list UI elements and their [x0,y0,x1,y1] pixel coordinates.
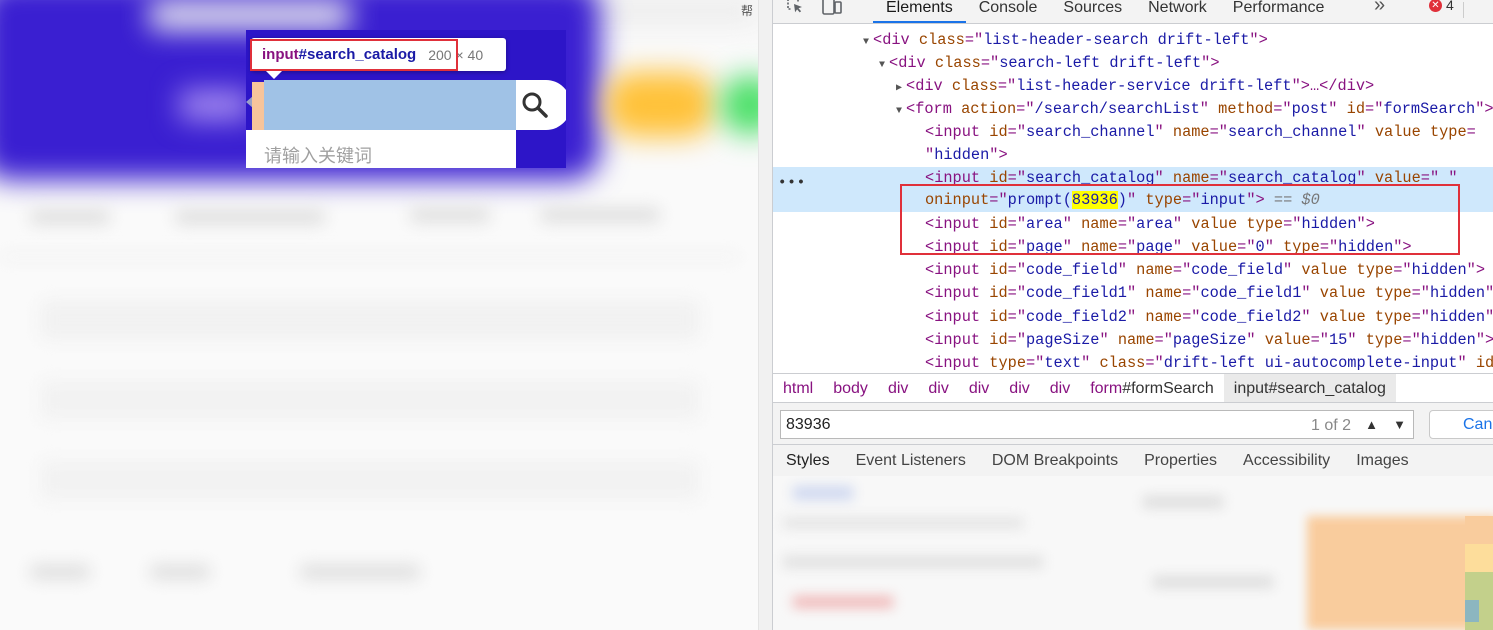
breadcrumb-form[interactable]: form#formSearch [1080,374,1224,403]
devtools-tab-list: Elements Console Sources Network Perform… [873,0,1337,23]
dom-node-continuation: "hidden"> [925,146,1008,164]
tab-elements[interactable]: Elements [873,0,966,23]
collapsed-triangle-icon[interactable]: ▶ [896,77,906,100]
blurred-text [540,208,660,222]
search-button[interactable] [516,80,566,130]
blurred-divider [0,255,740,259]
dom-node[interactable]: ▼ <div class="search-left drift-left"> [773,52,1493,75]
search-catalog-input[interactable] [264,80,516,130]
tab-images[interactable]: Images [1343,445,1421,476]
blurred-text [150,565,210,579]
expanded-triangle-icon[interactable]: ▼ [879,54,889,77]
search-match-count: 1 of 2 [1311,417,1352,434]
blurred-text [783,518,1023,528]
selected-node-annotation-box [900,184,1460,255]
box-model-margin-edge [1465,516,1493,544]
dom-search-bar: 83936 1 of 2 ▲ ▼ Cancel [773,402,1493,444]
breadcrumb-div[interactable]: div [878,374,918,403]
tab-sources[interactable]: Sources [1050,0,1135,23]
padding-overlay [252,82,264,130]
devtools-panel: Elements Console Sources Network Perform… [772,0,1493,630]
search-cancel-button[interactable]: Cancel [1429,410,1493,439]
error-icon: ✕ [1429,0,1442,12]
blurred-text [1153,576,1273,588]
tooltip-annotation-box [250,39,458,71]
breadcrumb-body[interactable]: body [823,374,878,403]
dom-node[interactable]: ▶ <div class="list-header-service drift-l… [773,75,1493,98]
error-count: 4 [1446,0,1454,13]
box-model-content-edge [1465,600,1479,622]
device-toolbar-icon[interactable] [821,0,843,16]
breadcrumb-input-selected[interactable]: input#search_catalog [1223,373,1396,403]
dom-breadcrumb: html body div div div div div form#formS… [773,373,1493,403]
side-float-glyph[interactable]: 帮 [741,2,753,19]
breadcrumb-div[interactable]: div [999,374,1039,403]
box-model-border-edge [1465,544,1493,572]
blurred-row [40,380,700,420]
dom-node[interactable]: <input id="code_field1" name="code_field… [773,282,1493,305]
breadcrumb-div[interactable]: div [1040,374,1080,403]
blurred-row [40,460,700,500]
tab-styles[interactable]: Styles [773,445,843,476]
dom-node[interactable]: ▼ <div class="list-header-search drift-le… [773,29,1493,52]
breadcrumb-div[interactable]: div [959,374,999,403]
sidebar-pane-tabs: Styles Event Listeners DOM Breakpoints P… [773,444,1493,476]
search-previous-button[interactable]: ▲ [1358,412,1385,437]
breadcrumb-div[interactable]: div [918,374,958,403]
tab-event-listeners[interactable]: Event Listeners [843,445,979,476]
devtools-tabbar: Elements Console Sources Network Perform… [773,0,1493,24]
dom-node[interactable]: ▼ <form action="/search/searchList" metho… [773,98,1493,121]
breadcrumb-html[interactable]: html [773,374,823,403]
blurred-text [30,565,90,579]
search-icon[interactable] [520,90,550,120]
blurred-filter [793,486,853,500]
blurred-text [300,565,420,579]
tooltip-caret [266,71,282,79]
expanded-triangle-icon[interactable]: ▼ [896,100,906,123]
page-scrollbar[interactable] [758,0,772,630]
webpage-viewport: 请输入关键词 input #search_catalog 200 × 40 帮 [0,0,772,630]
tab-console[interactable]: Console [966,0,1051,23]
dom-node[interactable]: <input type="text" class="drift-left ui-… [773,352,1493,370]
blurred-nav-item [180,90,250,120]
tab-dom-breakpoints[interactable]: DOM Breakpoints [979,445,1131,476]
dom-node[interactable]: <input id="code_field2" name="code_field… [773,306,1493,329]
styles-pane-blurred [773,476,1493,630]
blurred-text [783,556,1043,568]
blurred-header-strip [150,0,350,30]
blurred-row [40,300,700,340]
search-next-button[interactable]: ▼ [1386,412,1413,437]
node-actions-ellipsis-icon[interactable]: ••• [778,175,806,191]
toolbar-divider [1463,2,1464,18]
tab-performance[interactable]: Performance [1220,0,1338,23]
dom-node[interactable]: <input id="code_field" name="code_field"… [773,259,1493,282]
dom-node[interactable]: <input id="search_channel" name="search_… [773,121,1493,144]
blurred-text [793,596,893,608]
blurred-text [410,208,490,222]
error-count-badge[interactable]: ✕ 4 [1429,0,1454,13]
blurred-text [1143,496,1223,508]
expanded-triangle-icon[interactable]: ▼ [863,31,873,54]
blurred-yellow-button [605,72,715,137]
tab-network[interactable]: Network [1135,0,1220,23]
tab-accessibility[interactable]: Accessibility [1230,445,1343,476]
dom-tree: ▼ <div class="list-header-search drift-le… [773,29,1493,370]
blurred-text [175,210,325,224]
more-tabs-icon[interactable]: » [1374,0,1385,17]
tab-properties[interactable]: Properties [1131,445,1230,476]
dom-node[interactable]: <input id="pageSize" name="pageSize" val… [773,329,1493,352]
blurred-text [30,210,110,224]
inspect-element-icon[interactable] [785,0,805,16]
keyword-placeholder: 请输入关键词 [264,146,372,167]
